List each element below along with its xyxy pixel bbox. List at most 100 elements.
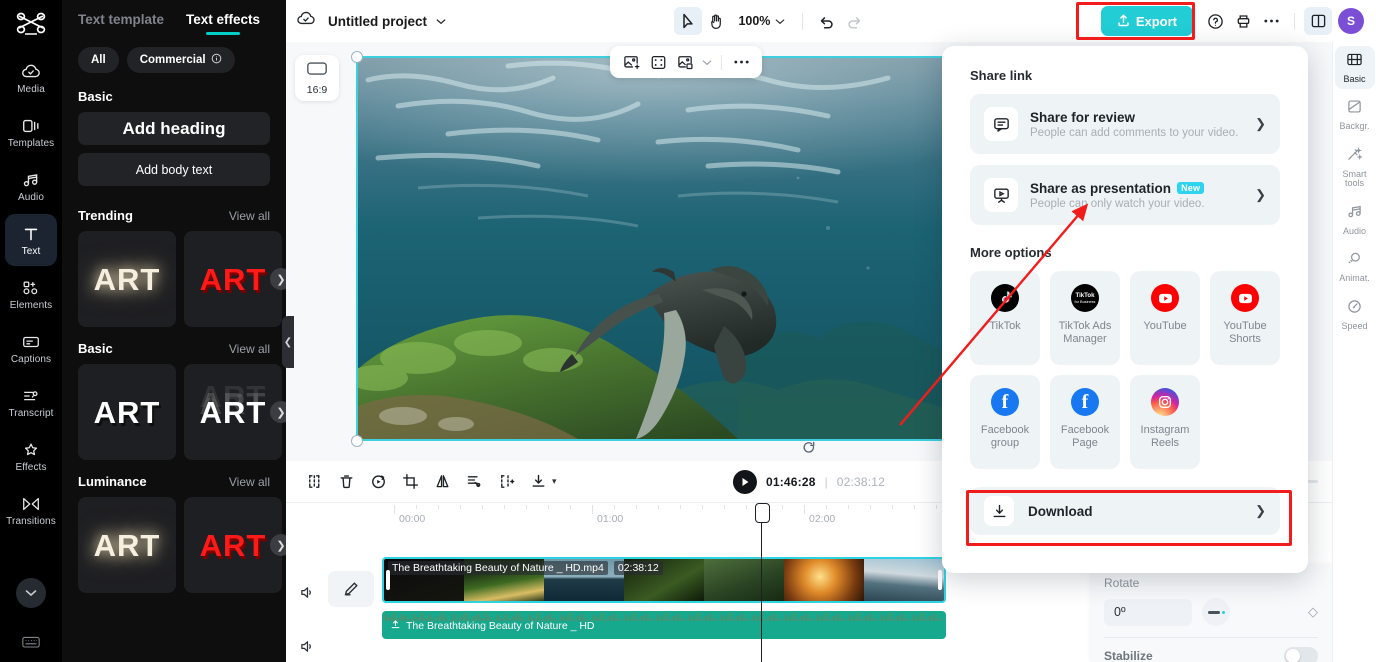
undo-button[interactable]	[812, 7, 840, 35]
sidebar-item-effects[interactable]: Effects	[5, 430, 57, 482]
chevron-right-icon[interactable]: ❯	[270, 268, 286, 290]
effect-card[interactable]: ART	[184, 231, 282, 327]
sidebar-item-templates[interactable]: Templates	[5, 106, 57, 158]
sidebar-item-text[interactable]: Text	[5, 214, 57, 266]
add-heading-button[interactable]: Add heading	[78, 112, 270, 145]
effect-card[interactable]: ART	[78, 364, 176, 460]
aspect-ratio-button[interactable]: 16:9	[295, 55, 339, 101]
sidebar-item-media[interactable]: Media	[5, 52, 57, 104]
ruler-tick	[680, 505, 681, 509]
add-image-icon[interactable]	[619, 50, 643, 74]
timeline-audio-clip[interactable]: The Breathtaking Beauty of Nature _ HD	[382, 611, 946, 639]
right-icon-rail: Basic Backgr. Smart tools Audio Animat.	[1332, 42, 1376, 662]
help-button[interactable]	[1201, 7, 1229, 35]
clip-trim-handle-right[interactable]	[938, 570, 942, 590]
edit-pencil-icon[interactable]	[328, 571, 374, 607]
share-tile-instagram-reels[interactable]: Instagram Reels	[1130, 375, 1200, 469]
panel-collapse-handle[interactable]: ❮	[282, 316, 294, 368]
reverse-icon[interactable]	[364, 468, 392, 496]
tab-text-effects[interactable]: Text effects	[186, 12, 260, 35]
video-preview[interactable]	[356, 56, 946, 441]
sidebar-item-transcript[interactable]: Transcript	[5, 376, 57, 428]
view-all-link[interactable]: View all	[229, 209, 270, 223]
playhead-icon[interactable]	[755, 503, 770, 662]
fit-to-frame-icon[interactable]	[646, 50, 670, 74]
resize-handle-bottom-left[interactable]	[351, 435, 363, 447]
mirror-icon[interactable]	[428, 468, 456, 496]
effect-card[interactable]: ART	[184, 497, 282, 593]
select-tool-button[interactable]	[674, 7, 703, 35]
more-options-button[interactable]	[1257, 7, 1285, 35]
share-for-review-row[interactable]: Share for review People can add comments…	[970, 94, 1280, 154]
split-icon[interactable]	[300, 468, 328, 496]
effect-card[interactable]: ART	[78, 497, 176, 593]
download-icon[interactable]	[524, 468, 552, 496]
more-horizontal-icon[interactable]	[729, 50, 753, 74]
play-button[interactable]	[732, 469, 757, 494]
capcut-logo-icon[interactable]	[11, 8, 51, 42]
share-tile-tiktok-ads-manager[interactable]: TikTok for Business TikTok Ads Manager	[1050, 271, 1120, 365]
right-item-smart-tools[interactable]: Smart tools	[1335, 141, 1375, 194]
project-name-dropdown[interactable]: Untitled project	[328, 12, 446, 30]
sidebar-item-transitions[interactable]: Transitions	[5, 484, 57, 536]
speaker-icon[interactable]	[296, 581, 318, 603]
chevron-down-circle-icon[interactable]	[16, 578, 46, 608]
cut-scissors-icon[interactable]	[460, 468, 488, 496]
trash-icon[interactable]	[332, 468, 360, 496]
chevron-down-icon[interactable]	[700, 50, 714, 74]
cloud-saved-icon[interactable]	[296, 11, 316, 32]
export-button[interactable]: Export	[1100, 6, 1194, 36]
share-tile-tiktok[interactable]: TikTok	[970, 271, 1040, 365]
share-tile-youtube[interactable]: YouTube	[1130, 271, 1200, 365]
rotate-handle-icon[interactable]	[802, 441, 816, 458]
right-item-animation[interactable]: Animat.	[1335, 245, 1375, 288]
timeline-video-clip[interactable]: The Breathtaking Beauty of Nature _ HD.m…	[382, 557, 946, 603]
avatar[interactable]: S	[1338, 8, 1365, 34]
rotate-input[interactable]: 0º	[1104, 598, 1192, 626]
right-item-basic[interactable]: Basic	[1334, 46, 1375, 90]
music-note-icon	[1346, 204, 1363, 224]
rotate-dial-icon[interactable]	[1202, 598, 1230, 626]
crop-icon[interactable]	[396, 468, 424, 496]
keyboard-shortcuts-icon[interactable]	[21, 635, 41, 654]
svg-text:for Business: for Business	[1075, 300, 1096, 304]
sidebar-item-captions[interactable]: Captions	[5, 322, 57, 374]
section-header-basic: Basic View all	[62, 327, 286, 364]
crop-layer-icon[interactable]	[673, 50, 697, 74]
freeze-icon[interactable]	[492, 468, 520, 496]
stabilize-toggle[interactable]	[1284, 647, 1318, 662]
resize-handle-top-left[interactable]	[351, 51, 363, 63]
right-item-speed[interactable]: Speed	[1335, 293, 1375, 336]
add-body-text-button[interactable]: Add body text	[78, 153, 270, 186]
sidebar-item-elements[interactable]: Elements	[5, 268, 57, 320]
share-tile-youtube-shorts[interactable]: YouTube Shorts	[1210, 271, 1280, 365]
zoom-level-dropdown[interactable]: 100%	[738, 14, 785, 28]
sidebar-item-audio[interactable]: Audio	[5, 160, 57, 212]
chevron-down-icon[interactable]: ▾	[552, 476, 557, 487]
clip-trim-handle-left[interactable]	[386, 570, 390, 590]
keyframe-diamond-icon[interactable]: ◇	[1308, 604, 1318, 620]
hand-tool-button[interactable]	[702, 7, 730, 35]
filter-chip-commercial[interactable]: Commercial	[126, 47, 235, 73]
section-header-luminance: Luminance View all	[62, 460, 286, 497]
view-all-link[interactable]: View all	[229, 475, 270, 489]
share-tile-facebook-page[interactable]: f Facebook Page	[1050, 375, 1120, 469]
speaker-icon[interactable]	[296, 635, 318, 657]
share-as-presentation-row[interactable]: Share as presentation New People can onl…	[970, 165, 1280, 225]
redo-button[interactable]	[840, 7, 868, 35]
tab-text-template[interactable]: Text template	[78, 12, 164, 35]
panel-layout-button[interactable]	[1304, 7, 1333, 35]
right-item-audio[interactable]: Audio	[1335, 198, 1375, 241]
text-effects-panel: Text template Text effects All Commercia…	[62, 0, 286, 662]
print-button[interactable]	[1229, 7, 1257, 35]
effect-card[interactable]: ART	[78, 231, 176, 327]
download-row[interactable]: Download ❯	[970, 487, 1280, 535]
filter-chip-all[interactable]: All	[78, 47, 119, 73]
chevron-right-icon[interactable]: ❯	[270, 401, 286, 423]
chevron-right-icon[interactable]: ❯	[270, 534, 286, 556]
effect-card[interactable]: ART	[184, 364, 282, 460]
share-tile-label: TikTok Ads Manager	[1058, 320, 1112, 346]
right-item-background[interactable]: Backgr.	[1335, 93, 1375, 136]
share-tile-facebook-group[interactable]: f Facebook group	[970, 375, 1040, 469]
view-all-link[interactable]: View all	[229, 342, 270, 356]
